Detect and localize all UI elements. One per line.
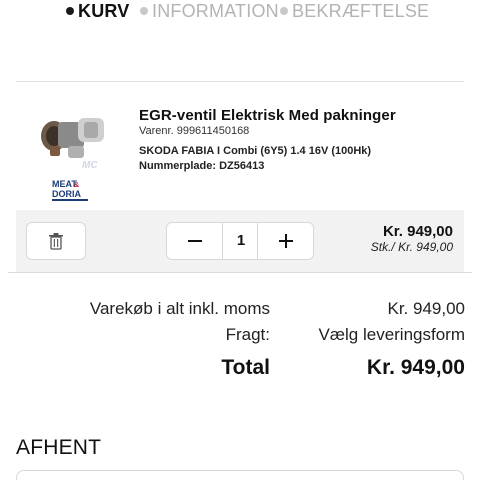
decrease-quantity-button[interactable] — [167, 223, 223, 259]
product-title[interactable]: EGR-ventil Elektrisk Med pakninger — [139, 107, 396, 124]
subtotal-value: Kr. 949,00 — [387, 299, 465, 318]
egr-valve-image[interactable]: MC MEAT & DORIA — [28, 112, 110, 204]
total-value: Kr. 949,00 — [366, 356, 465, 379]
step-cart-label: KURV — [78, 1, 130, 21]
product-image: MC MEAT & DORIA — [41, 118, 104, 201]
svg-text:DORIA: DORIA — [52, 189, 82, 199]
shipping-row: Fragt: Vælg leveringsform — [0, 325, 480, 349]
shipping-label: Fragt: — [225, 325, 270, 344]
plus-icon — [278, 234, 293, 248]
inactive-step-dot-icon — [140, 7, 148, 15]
pickup-heading: AFHENT — [16, 436, 102, 459]
line-total-price: Kr. 949,00 — [382, 223, 453, 240]
product-license-plate: Nummerplade: DZ56413 — [139, 160, 265, 172]
subtotal-label: Varekøb i alt inkl. moms — [89, 299, 270, 318]
subtotal-row: Varekøb i alt inkl. moms Kr. 949,00 — [0, 299, 480, 323]
total-label: Total — [221, 356, 270, 379]
step-confirmation[interactable]: BEKRÆFTELSE — [280, 1, 429, 21]
step-information[interactable]: INFORMATION — [140, 1, 279, 21]
step-cart[interactable]: KURV — [66, 1, 129, 21]
svg-text:&: & — [74, 182, 79, 189]
step-information-label: INFORMATION — [152, 1, 279, 21]
quantity-stepper: 1 — [166, 222, 314, 260]
cart-item: MC MEAT & DORIA EGR-ventil Elektrisk Med… — [0, 82, 480, 210]
increase-quantity-button[interactable] — [257, 223, 313, 259]
active-step-dot-icon — [66, 7, 74, 15]
minus-icon — [187, 240, 202, 242]
inactive-step-dot-icon — [280, 7, 288, 15]
checkout-steps: KURV INFORMATION BEKRÆFTELSE — [0, 0, 480, 24]
shipping-value: Vælg leveringsform — [318, 325, 465, 344]
pickup-option-card[interactable] — [16, 470, 464, 480]
remove-item-button[interactable] — [26, 222, 86, 260]
product-sku: Varenr. 999611450168 — [139, 125, 250, 137]
cart-item-actions: 1 Kr. 949,00 Stk./ Kr. 949,00 — [16, 210, 464, 272]
quantity-value[interactable]: 1 — [223, 223, 259, 259]
divider — [8, 272, 472, 273]
unit-price: Stk./ Kr. 949,00 — [370, 240, 453, 254]
total-row: Total Kr. 949,00 — [0, 356, 480, 380]
trash-icon — [49, 233, 63, 250]
svg-text:MC: MC — [82, 160, 98, 171]
product-vehicle: SKODA FABIA I Combi (6Y5) 1.4 16V (100Hk… — [139, 145, 372, 157]
step-confirmation-label: BEKRÆFTELSE — [292, 1, 430, 21]
